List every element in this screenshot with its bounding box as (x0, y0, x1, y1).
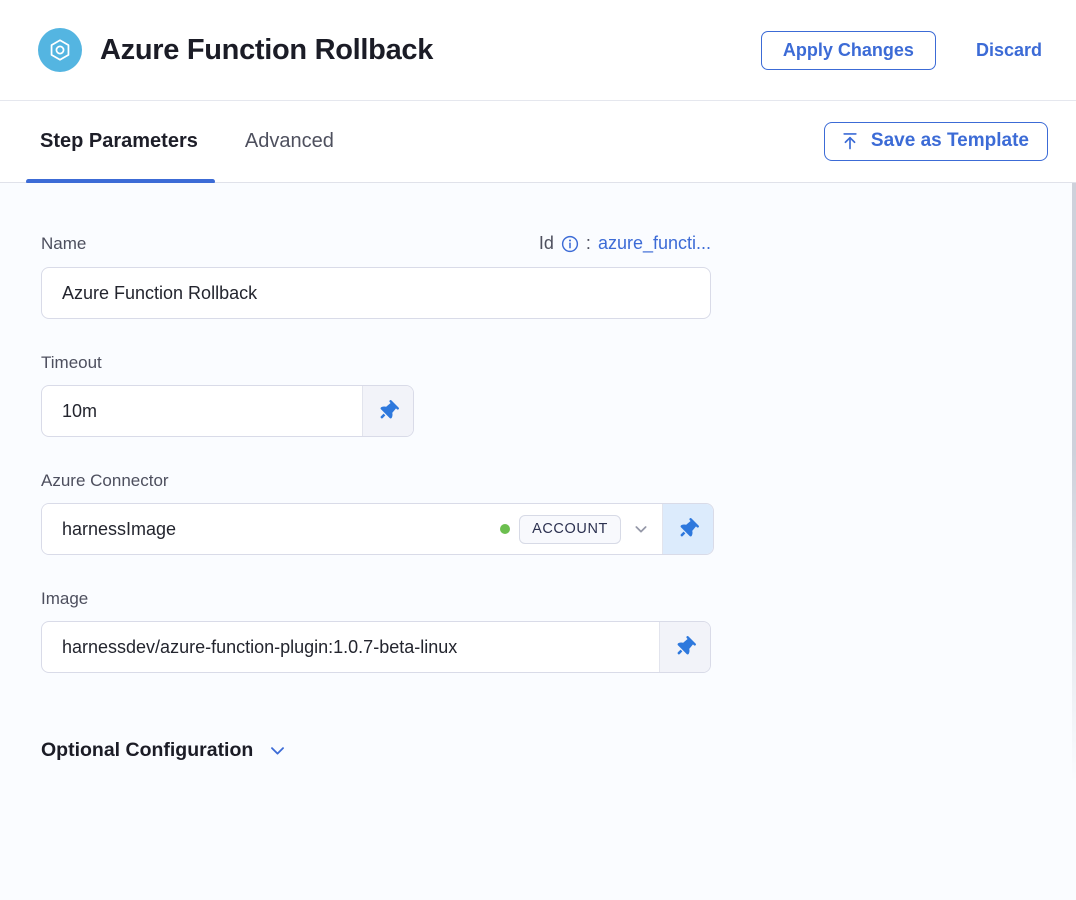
pin-icon (374, 397, 402, 425)
connector-scope-badge: ACCOUNT (519, 515, 621, 544)
timeout-label: Timeout (41, 353, 1076, 373)
tab-advanced[interactable]: Advanced (245, 101, 334, 183)
optional-configuration-toggle[interactable]: Optional Configuration (41, 739, 287, 762)
azure-function-step-icon (38, 28, 82, 72)
tab-step-parameters[interactable]: Step Parameters (40, 101, 198, 183)
timeout-field (41, 385, 414, 437)
timeout-input[interactable] (42, 386, 362, 436)
connector-status-dot (500, 524, 510, 534)
name-label: Name (41, 234, 86, 254)
pin-icon (674, 515, 702, 543)
apply-changes-button[interactable]: Apply Changes (761, 31, 936, 70)
name-input[interactable] (41, 267, 711, 319)
save-as-template-label: Save as Template (871, 130, 1029, 152)
step-id-link[interactable]: azure_functi... (598, 233, 711, 254)
connector-value: harnessImage (62, 519, 500, 540)
image-input[interactable] (42, 622, 659, 672)
optional-configuration-label: Optional Configuration (41, 739, 253, 762)
connector-pin-button[interactable] (662, 504, 713, 554)
azure-connector-field: harnessImage ACCOUNT (41, 503, 714, 555)
step-parameters-panel: Name Id : azure_functi... Timeout (0, 183, 1076, 900)
upload-icon (840, 131, 860, 151)
id-separator: : (586, 233, 591, 254)
step-id-row: Id : azure_functi... (539, 233, 711, 254)
azure-connector-select[interactable]: harnessImage ACCOUNT (42, 504, 662, 554)
image-field (41, 621, 711, 673)
info-icon[interactable] (561, 235, 579, 253)
id-label: Id (539, 233, 554, 254)
pin-icon (671, 633, 699, 661)
chevron-down-icon (268, 741, 287, 760)
scrollbar[interactable] (1072, 183, 1076, 783)
discard-button[interactable]: Discard (976, 40, 1042, 61)
chevron-down-icon (633, 521, 649, 537)
tab-advanced-label: Advanced (245, 130, 334, 153)
image-pin-button[interactable] (659, 622, 710, 672)
panel-header: Azure Function Rollback Apply Changes Di… (0, 0, 1076, 101)
tab-step-parameters-label: Step Parameters (40, 130, 198, 153)
timeout-pin-button[interactable] (362, 386, 413, 436)
save-as-template-button[interactable]: Save as Template (824, 122, 1048, 161)
tab-bar: Step Parameters Advanced Save as Templat… (0, 101, 1076, 183)
image-label: Image (41, 589, 1076, 609)
azure-connector-label: Azure Connector (41, 471, 1076, 491)
header-actions: Apply Changes Discard (761, 31, 1042, 70)
page-title: Azure Function Rollback (100, 34, 433, 67)
